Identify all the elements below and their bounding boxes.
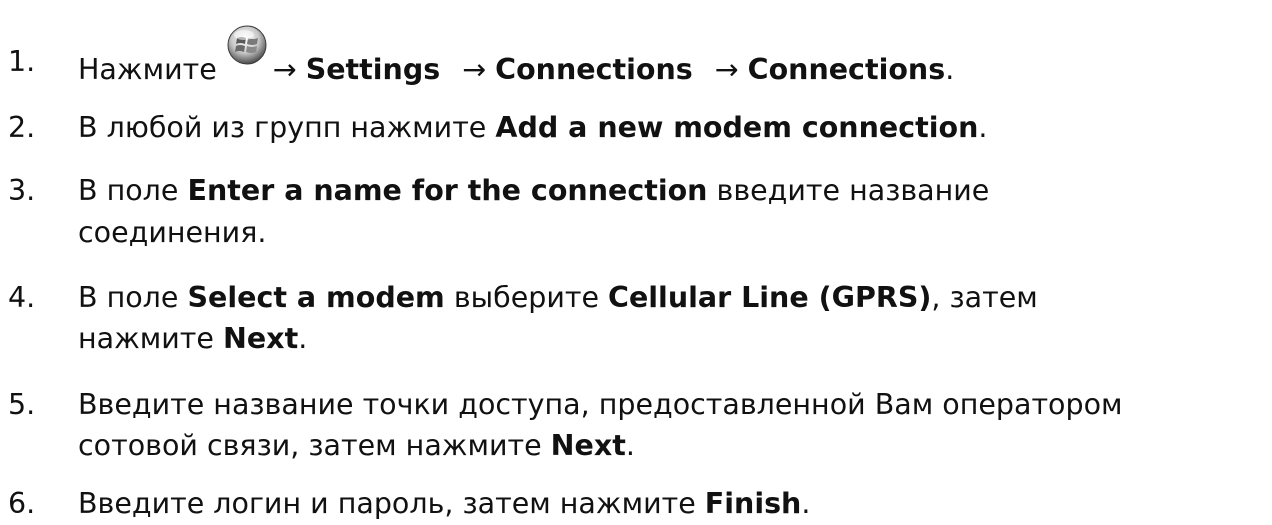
step-text-plain: В поле [78, 174, 188, 207]
enter-name-label: Enter a name for the connection [187, 174, 708, 207]
windows-start-button-icon [227, 25, 267, 81]
period: . [625, 429, 635, 462]
step-text-plain: выберите [444, 281, 609, 314]
step-text-plain: Введите логин и пароль, затем нажмите [78, 487, 705, 520]
arrow: → [714, 53, 739, 86]
step-text-plain: введите название [707, 174, 990, 207]
cellular-line-label: Cellular Line (GPRS) [608, 281, 932, 314]
step-number: 6. [8, 487, 36, 520]
step-number: 5. [8, 388, 36, 421]
instruction-list: 1. Нажмите → Settings → Connections → Conn… [0, 0, 1272, 525]
period: . [801, 487, 811, 520]
step-text: В поле Enter a name for the connection в… [78, 170, 1268, 212]
step-text: Введите название точки доступа, предоста… [78, 388, 1123, 421]
arrow: → [462, 53, 487, 86]
finish-label: Finish [704, 487, 802, 520]
step-text: Введите логин и пароль, затем нажмите Fi… [78, 483, 1268, 525]
step-text: сотовой связи, затем нажмите Next. [78, 425, 1268, 467]
step-text-plain: нажмите [78, 322, 223, 355]
arrow: → [272, 53, 297, 86]
period: . [978, 111, 988, 144]
add-modem-connection-label: Add a new modem connection [495, 111, 979, 144]
next-label: Next [550, 429, 626, 462]
step-number: 3. [8, 174, 36, 207]
step-text: Нажмите → Settings → Connections → Connect… [78, 25, 1268, 91]
step-text-plain: В поле [78, 281, 188, 314]
step-number: 4. [8, 281, 36, 314]
period: . [298, 322, 308, 355]
press-label: Нажмите [78, 53, 217, 86]
step-text-plain: сотовой связи, затем нажмите [78, 429, 551, 462]
step-number: 1. [8, 45, 36, 78]
step-text: соединения. [78, 216, 267, 249]
select-modem-label: Select a modem [187, 281, 445, 314]
step-text-plain: В любой из групп нажмите [78, 111, 496, 144]
connections-label: Connections [495, 53, 693, 86]
step-number: 2. [8, 111, 36, 144]
period: . [945, 53, 955, 86]
step-text: В поле Select a modem выберите Cellular … [78, 277, 1268, 319]
step-text: В любой из групп нажмите Add a new modem… [78, 107, 1268, 149]
connections-label: Connections [747, 53, 946, 86]
step-text-plain: , затем [931, 281, 1038, 314]
next-label: Next [223, 322, 299, 355]
settings-label: Settings [305, 53, 441, 86]
step-text: нажмите Next. [78, 318, 1268, 360]
